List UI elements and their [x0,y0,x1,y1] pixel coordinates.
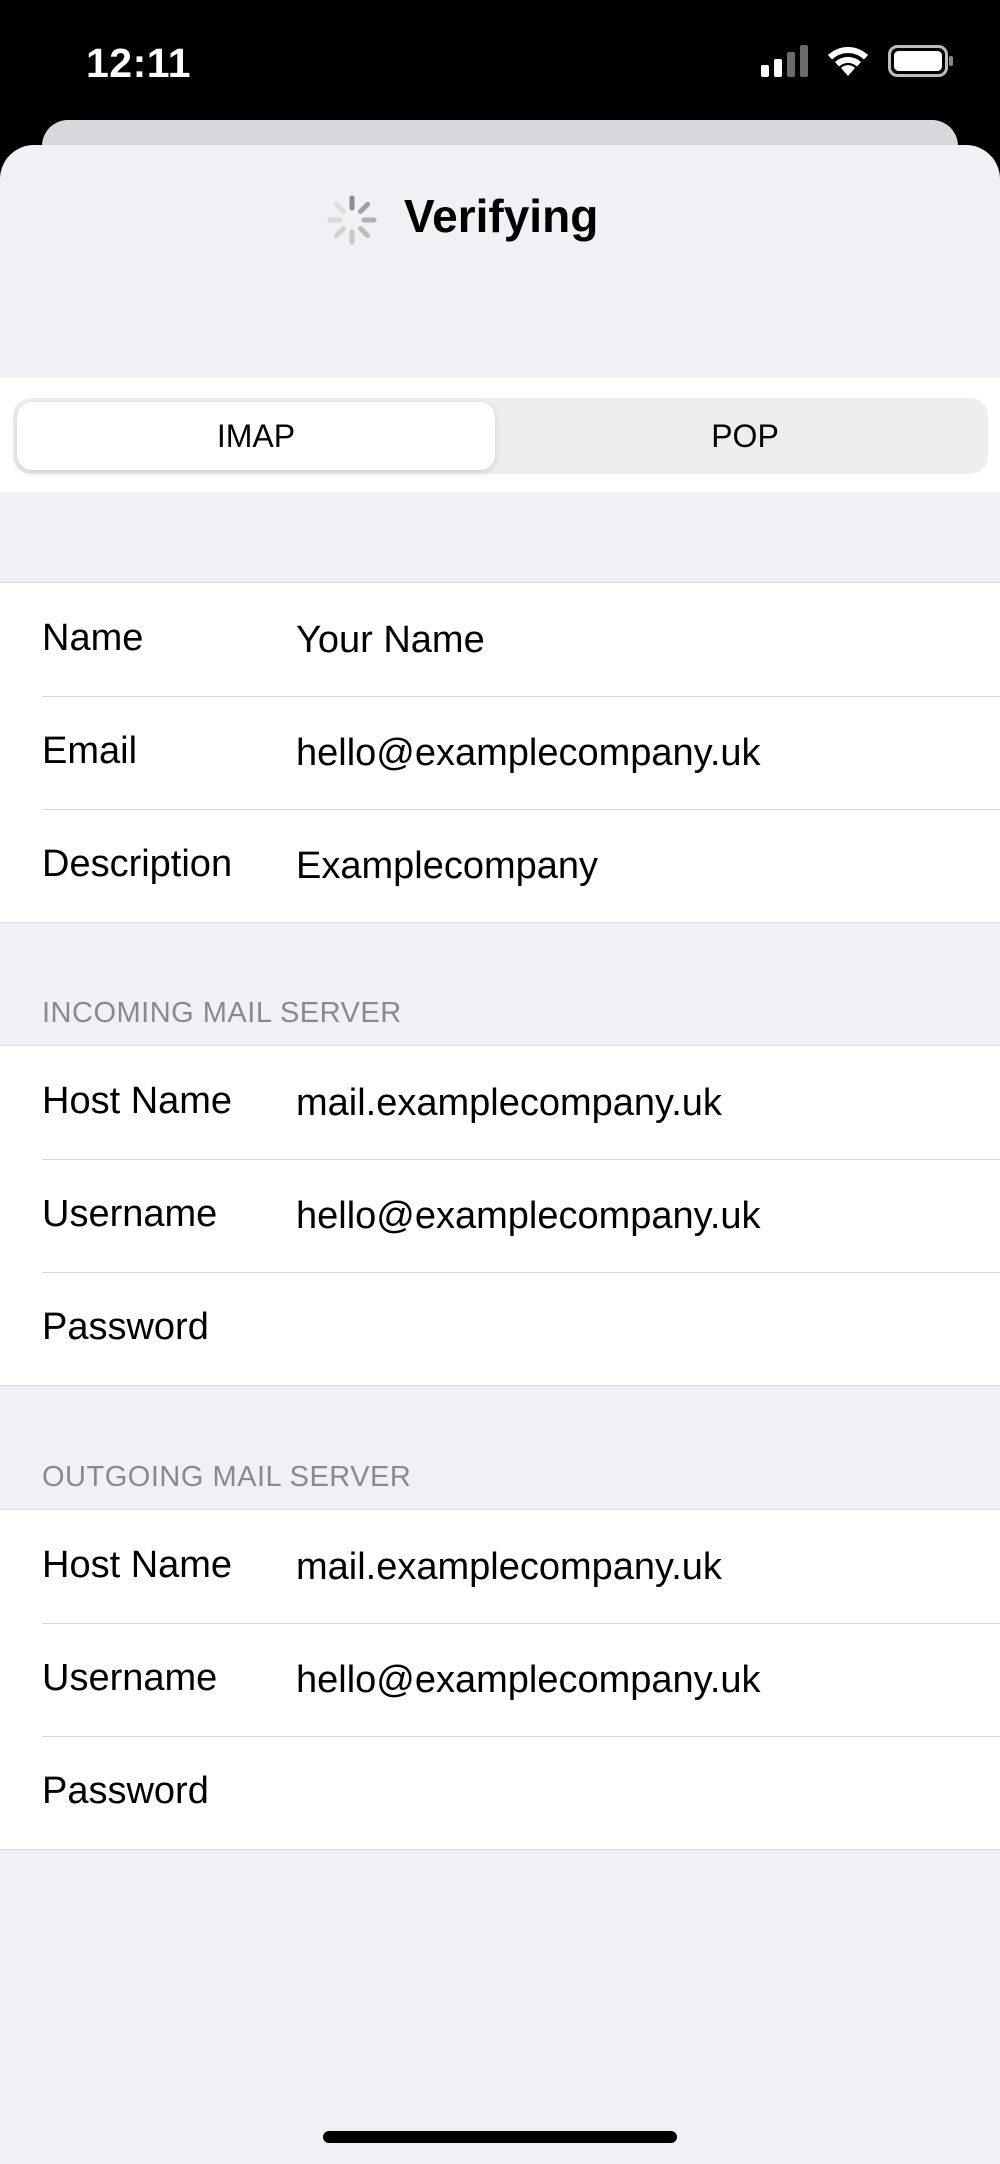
incoming-username-field[interactable]: hello@examplecompany.uk [296,1195,761,1238]
outgoing-username-field[interactable]: hello@examplecompany.uk [296,1659,761,1702]
segment-imap[interactable]: IMAP [17,402,495,470]
battery-icon [888,45,953,77]
name-row[interactable]: Name Your Name [0,583,1000,696]
email-field[interactable]: hello@examplecompany.uk [296,732,761,775]
segment-pop[interactable]: POP [506,402,984,470]
description-row[interactable]: Description Examplecompany [0,809,1000,922]
outgoing-host-field[interactable]: mail.examplecompany.uk [296,1546,722,1589]
outgoing-host-label: Host Name [42,1544,233,1586]
page-title: Verifying [404,190,599,242]
cellular-signal-icon [761,45,808,77]
incoming-username-row[interactable]: Username hello@examplecompany.uk [0,1159,1000,1272]
incoming-section-header: INCOMING MAIL SERVER [42,997,402,1029]
activity-spinner-icon [327,195,377,245]
description-field[interactable]: Examplecompany [296,845,598,888]
email-label: Email [42,730,138,772]
incoming-host-row[interactable]: Host Name mail.examplecompany.uk [0,1046,1000,1159]
status-icons [761,44,954,78]
outgoing-password-label: Password [42,1770,209,1812]
protocol-segmented-control: IMAP POP [13,398,988,474]
home-indicator[interactable] [323,2131,677,2143]
outgoing-host-row[interactable]: Host Name mail.examplecompany.uk [0,1510,1000,1623]
email-row[interactable]: Email hello@examplecompany.uk [0,696,1000,809]
status-time: 12:11 [86,40,192,86]
navigation-bar: Verifying [0,145,1000,378]
name-field[interactable]: Your Name [296,619,485,662]
incoming-server-group: Host Name mail.examplecompany.uk Usernam… [0,1045,1000,1386]
account-settings-sheet: Verifying IMAP POP Name Your Name Email … [0,145,1000,2164]
outgoing-server-group: Host Name mail.examplecompany.uk Usernam… [0,1509,1000,1850]
outgoing-username-row[interactable]: Username hello@examplecompany.uk [0,1623,1000,1736]
incoming-host-field[interactable]: mail.examplecompany.uk [296,1082,722,1125]
name-label: Name [42,617,144,659]
incoming-username-label: Username [42,1193,218,1235]
incoming-password-label: Password [42,1306,209,1348]
outgoing-section-header: OUTGOING MAIL SERVER [42,1461,412,1493]
description-label: Description [42,843,233,885]
outgoing-password-row[interactable]: Password [0,1736,1000,1849]
incoming-password-row[interactable]: Password [0,1272,1000,1385]
wifi-icon [828,47,868,76]
incoming-host-label: Host Name [42,1080,233,1122]
status-bar: 12:11 [0,0,1000,140]
outgoing-username-label: Username [42,1657,218,1699]
account-info-group: Name Your Name Email hello@examplecompan… [0,582,1000,923]
protocol-segment-container: IMAP POP [0,378,1000,492]
